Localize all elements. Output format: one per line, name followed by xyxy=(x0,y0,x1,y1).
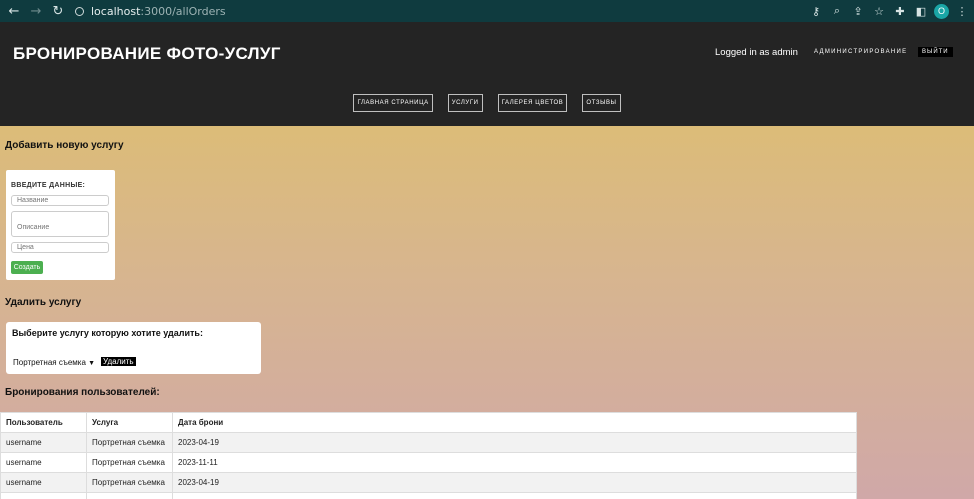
logout-button[interactable]: ВЫЙТИ xyxy=(918,47,953,57)
bookings-table: Пользователь Услуга Дата брони username … xyxy=(0,412,857,499)
table-cell xyxy=(172,492,857,499)
column-header: Услуга xyxy=(86,412,173,433)
create-button[interactable]: Создать xyxy=(11,261,43,274)
service-description-input[interactable] xyxy=(11,211,109,237)
address-bar[interactable]: localhost:3000/allOrders xyxy=(75,5,226,18)
extensions-icon[interactable]: ✚ xyxy=(892,5,908,18)
site-header: БРОНИРОВАНИЕ ФОТО-УСЛУГ Logged in as adm… xyxy=(0,22,974,126)
service-price-input[interactable] xyxy=(11,242,109,253)
table-cell: 2023-04-19 xyxy=(172,432,857,453)
delete-prompt: Выберите услугу которую хотите удалить: xyxy=(12,328,203,338)
browser-toolbar: ← → ↻ localhost:3000/allOrders ⚷ ⌕ ⇪ ☆ ✚… xyxy=(0,0,974,22)
url-host: localhost xyxy=(91,4,141,18)
browser-actions: ⚷ ⌕ ⇪ ☆ ✚ ◧ O ⋮ xyxy=(808,0,970,22)
back-arrow-icon[interactable]: ← xyxy=(3,4,25,19)
main-nav: ГЛАВНАЯ СТРАНИЦА УСЛУГИ ГАЛЕРЕЯ ЦВЕТОВ О… xyxy=(0,94,974,112)
delete-button[interactable]: Удалить xyxy=(101,357,136,366)
column-header: Дата брони xyxy=(172,412,857,433)
delete-service-heading: Удалить услугу xyxy=(5,297,82,308)
star-icon[interactable]: ☆ xyxy=(871,5,887,18)
logged-in-status: Logged in as admin xyxy=(715,47,798,58)
site-title: БРОНИРОВАНИЕ ФОТО-УСЛУГ xyxy=(13,44,281,63)
key-icon[interactable]: ⚷ xyxy=(808,5,824,18)
side-panel-icon[interactable]: ◧ xyxy=(913,5,929,18)
table-cell: username xyxy=(0,432,87,453)
table-cell: Портретная съемка xyxy=(86,472,173,493)
table-cell: username xyxy=(0,472,87,493)
table-cell xyxy=(86,492,173,499)
form-title: ВВЕДИТЕ ДАННЫЕ: xyxy=(11,182,86,189)
table-row: username Портретная съемка 2023-04-19 xyxy=(0,432,857,453)
selected-service: Портретная съемка xyxy=(13,358,86,367)
table-header-row: Пользователь Услуга Дата брони xyxy=(0,412,857,433)
nav-gallery[interactable]: ГАЛЕРЕЯ ЦВЕТОВ xyxy=(497,94,568,112)
service-select[interactable]: Портретная съемка ▼ xyxy=(13,358,95,367)
bookings-heading: Бронирования пользователей: xyxy=(5,387,160,398)
share-icon[interactable]: ⇪ xyxy=(850,5,866,18)
forward-arrow-icon[interactable]: → xyxy=(25,4,47,19)
table-cell: Портретная съемка xyxy=(86,432,173,453)
table-cell: 2023-11-11 xyxy=(172,452,857,473)
url-path: :3000/allOrders xyxy=(140,4,226,18)
table-cell xyxy=(0,492,87,499)
menu-kebab-icon[interactable]: ⋮ xyxy=(954,5,970,18)
table-row: username Портретная съемка 2023-04-19 xyxy=(0,472,857,493)
nav-reviews[interactable]: ОТЗЫВЫ xyxy=(582,94,621,112)
add-service-form: ВВЕДИТЕ ДАННЫЕ: Создать xyxy=(6,170,115,280)
table-cell: Портретная съемка xyxy=(86,452,173,473)
service-name-input[interactable] xyxy=(11,195,109,206)
nav-home[interactable]: ГЛАВНАЯ СТРАНИЦА xyxy=(353,94,433,112)
admin-content: Добавить новую услугу ВВЕДИТЕ ДАННЫЕ: Со… xyxy=(0,126,974,499)
zoom-icon[interactable]: ⌕ xyxy=(829,4,845,18)
chevron-down-icon: ▼ xyxy=(88,360,96,367)
profile-avatar[interactable]: O xyxy=(934,3,949,19)
column-header: Пользователь xyxy=(0,412,87,433)
site-info-icon[interactable] xyxy=(75,6,84,16)
reload-icon[interactable]: ↻ xyxy=(47,4,69,19)
nav-services[interactable]: УСЛУГИ xyxy=(447,94,483,112)
table-row xyxy=(0,492,857,499)
table-cell: 2023-04-19 xyxy=(172,472,857,493)
add-service-heading: Добавить новую услугу xyxy=(5,140,124,151)
table-row: username Портретная съемка 2023-11-11 xyxy=(0,452,857,473)
delete-service-form: Выберите услугу которую хотите удалить: … xyxy=(6,322,261,374)
table-cell: username xyxy=(0,452,87,473)
admin-link[interactable]: АДМИНИСТРИРОВАНИЕ xyxy=(814,49,907,55)
